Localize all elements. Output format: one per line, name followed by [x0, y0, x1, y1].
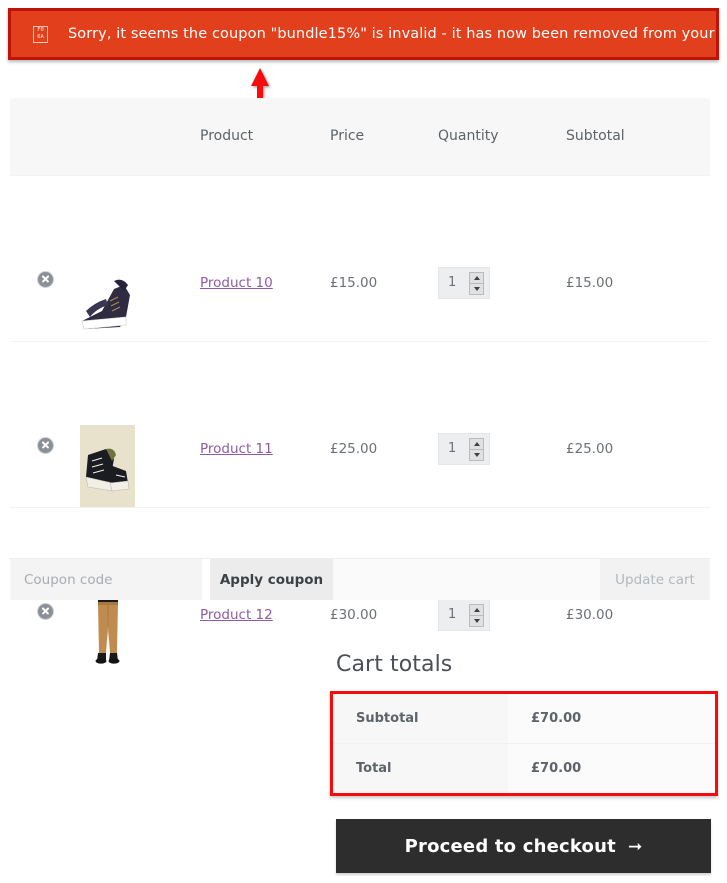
header-remove	[10, 98, 80, 175]
quantity-spinner[interactable]	[469, 437, 484, 461]
subtotal-value: £25.00	[566, 440, 614, 457]
tofu-hex-bottom: 6A	[37, 34, 44, 40]
cell-subtotal: £15.00	[566, 174, 710, 341]
header-subtotal: Subtotal	[566, 98, 710, 175]
quantity-decrease-icon[interactable]	[470, 449, 483, 460]
product-link[interactable]: Product 12	[200, 607, 273, 623]
quantity-spinner[interactable]	[469, 603, 484, 627]
quantity-stepper[interactable]	[438, 598, 490, 631]
black-converse-thumbnail[interactable]	[80, 424, 135, 507]
quantity-increase-icon[interactable]	[470, 605, 483, 616]
khaki-pants-thumbnail[interactable]	[80, 590, 135, 673]
cell-remove	[10, 340, 80, 507]
quantity-decrease-icon[interactable]	[470, 283, 483, 294]
navy-sneaker-thumbnail[interactable]	[80, 258, 135, 341]
coupon-code-input[interactable]	[10, 559, 202, 600]
coupon-row: Apply coupon Update cart	[10, 558, 710, 600]
cell-remove	[10, 174, 80, 341]
cart-totals-title: Cart totals	[336, 652, 453, 677]
update-cart-button[interactable]: Update cart	[600, 559, 710, 600]
subtotal-value: £30.00	[566, 606, 614, 623]
quantity-input[interactable]	[448, 441, 468, 456]
cell-thumbnail	[80, 174, 200, 341]
header-quantity: Quantity	[438, 98, 566, 175]
cell-product-name: Product 11	[200, 340, 330, 507]
cell-quantity	[438, 340, 566, 507]
header-product: Product	[200, 98, 330, 175]
remove-item-icon[interactable]	[37, 437, 53, 453]
cart-page: F0 6A Sorry, it seems the coupon "bundle…	[0, 0, 727, 883]
quantity-stepper[interactable]	[438, 432, 490, 465]
quantity-increase-icon[interactable]	[470, 273, 483, 284]
quantity-stepper[interactable]	[438, 266, 490, 299]
product-link[interactable]: Product 11	[200, 441, 273, 457]
warning-tofu-icon: F0 6A	[33, 25, 48, 43]
quantity-spinner[interactable]	[469, 271, 484, 295]
quantity-increase-icon[interactable]	[470, 439, 483, 450]
subtotal-value: £15.00	[566, 274, 614, 291]
cart-table-header-row: Product Price Quantity Subtotal	[10, 98, 710, 175]
cell-price: £25.00	[330, 340, 438, 507]
remove-item-icon[interactable]	[37, 271, 53, 287]
price-value: £25.00	[330, 440, 378, 457]
header-price: Price	[330, 98, 438, 175]
cell-product-name: Product 10	[200, 174, 330, 341]
tofu-hex-top: F0	[37, 26, 44, 33]
quantity-input[interactable]	[448, 275, 468, 290]
arrow-right-icon: ➞	[627, 836, 643, 857]
header-thumbnail	[80, 98, 200, 175]
cell-thumbnail	[80, 340, 200, 507]
notice-message: Sorry, it seems the coupon "bundle15%" i…	[68, 26, 727, 42]
totals-label-subtotal: Subtotal	[333, 694, 508, 744]
totals-row-subtotal: Subtotal £70.00	[333, 694, 715, 744]
cart-totals-table: Subtotal £70.00 Total £70.00	[333, 694, 715, 793]
price-value: £30.00	[330, 606, 378, 623]
proceed-to-checkout-button[interactable]: Proceed to checkout ➞	[336, 819, 711, 873]
table-row: Product 10 £15.00 £15.00	[10, 174, 710, 341]
cell-price: £15.00	[330, 174, 438, 341]
totals-value-subtotal: £70.00	[508, 694, 715, 744]
notice-content: F0 6A Sorry, it seems the coupon "bundle…	[11, 11, 727, 57]
checkout-label: Proceed to checkout	[404, 835, 616, 857]
remove-item-icon[interactable]	[37, 603, 53, 619]
cell-subtotal: £25.00	[566, 340, 710, 507]
coupon-error-notice: F0 6A Sorry, it seems the coupon "bundle…	[8, 8, 727, 60]
totals-label-total: Total	[333, 743, 508, 793]
coupon-spacer	[333, 559, 600, 600]
product-link[interactable]: Product 10	[200, 275, 273, 291]
totals-value-total: £70.00	[508, 743, 715, 793]
quantity-input[interactable]	[448, 607, 468, 622]
table-row: Product 11 £25.00 £25.00	[10, 340, 710, 507]
price-value: £15.00	[330, 274, 378, 291]
totals-row-total: Total £70.00	[333, 743, 715, 793]
cell-quantity	[438, 174, 566, 341]
quantity-decrease-icon[interactable]	[470, 615, 483, 626]
apply-coupon-button[interactable]: Apply coupon	[210, 559, 333, 600]
